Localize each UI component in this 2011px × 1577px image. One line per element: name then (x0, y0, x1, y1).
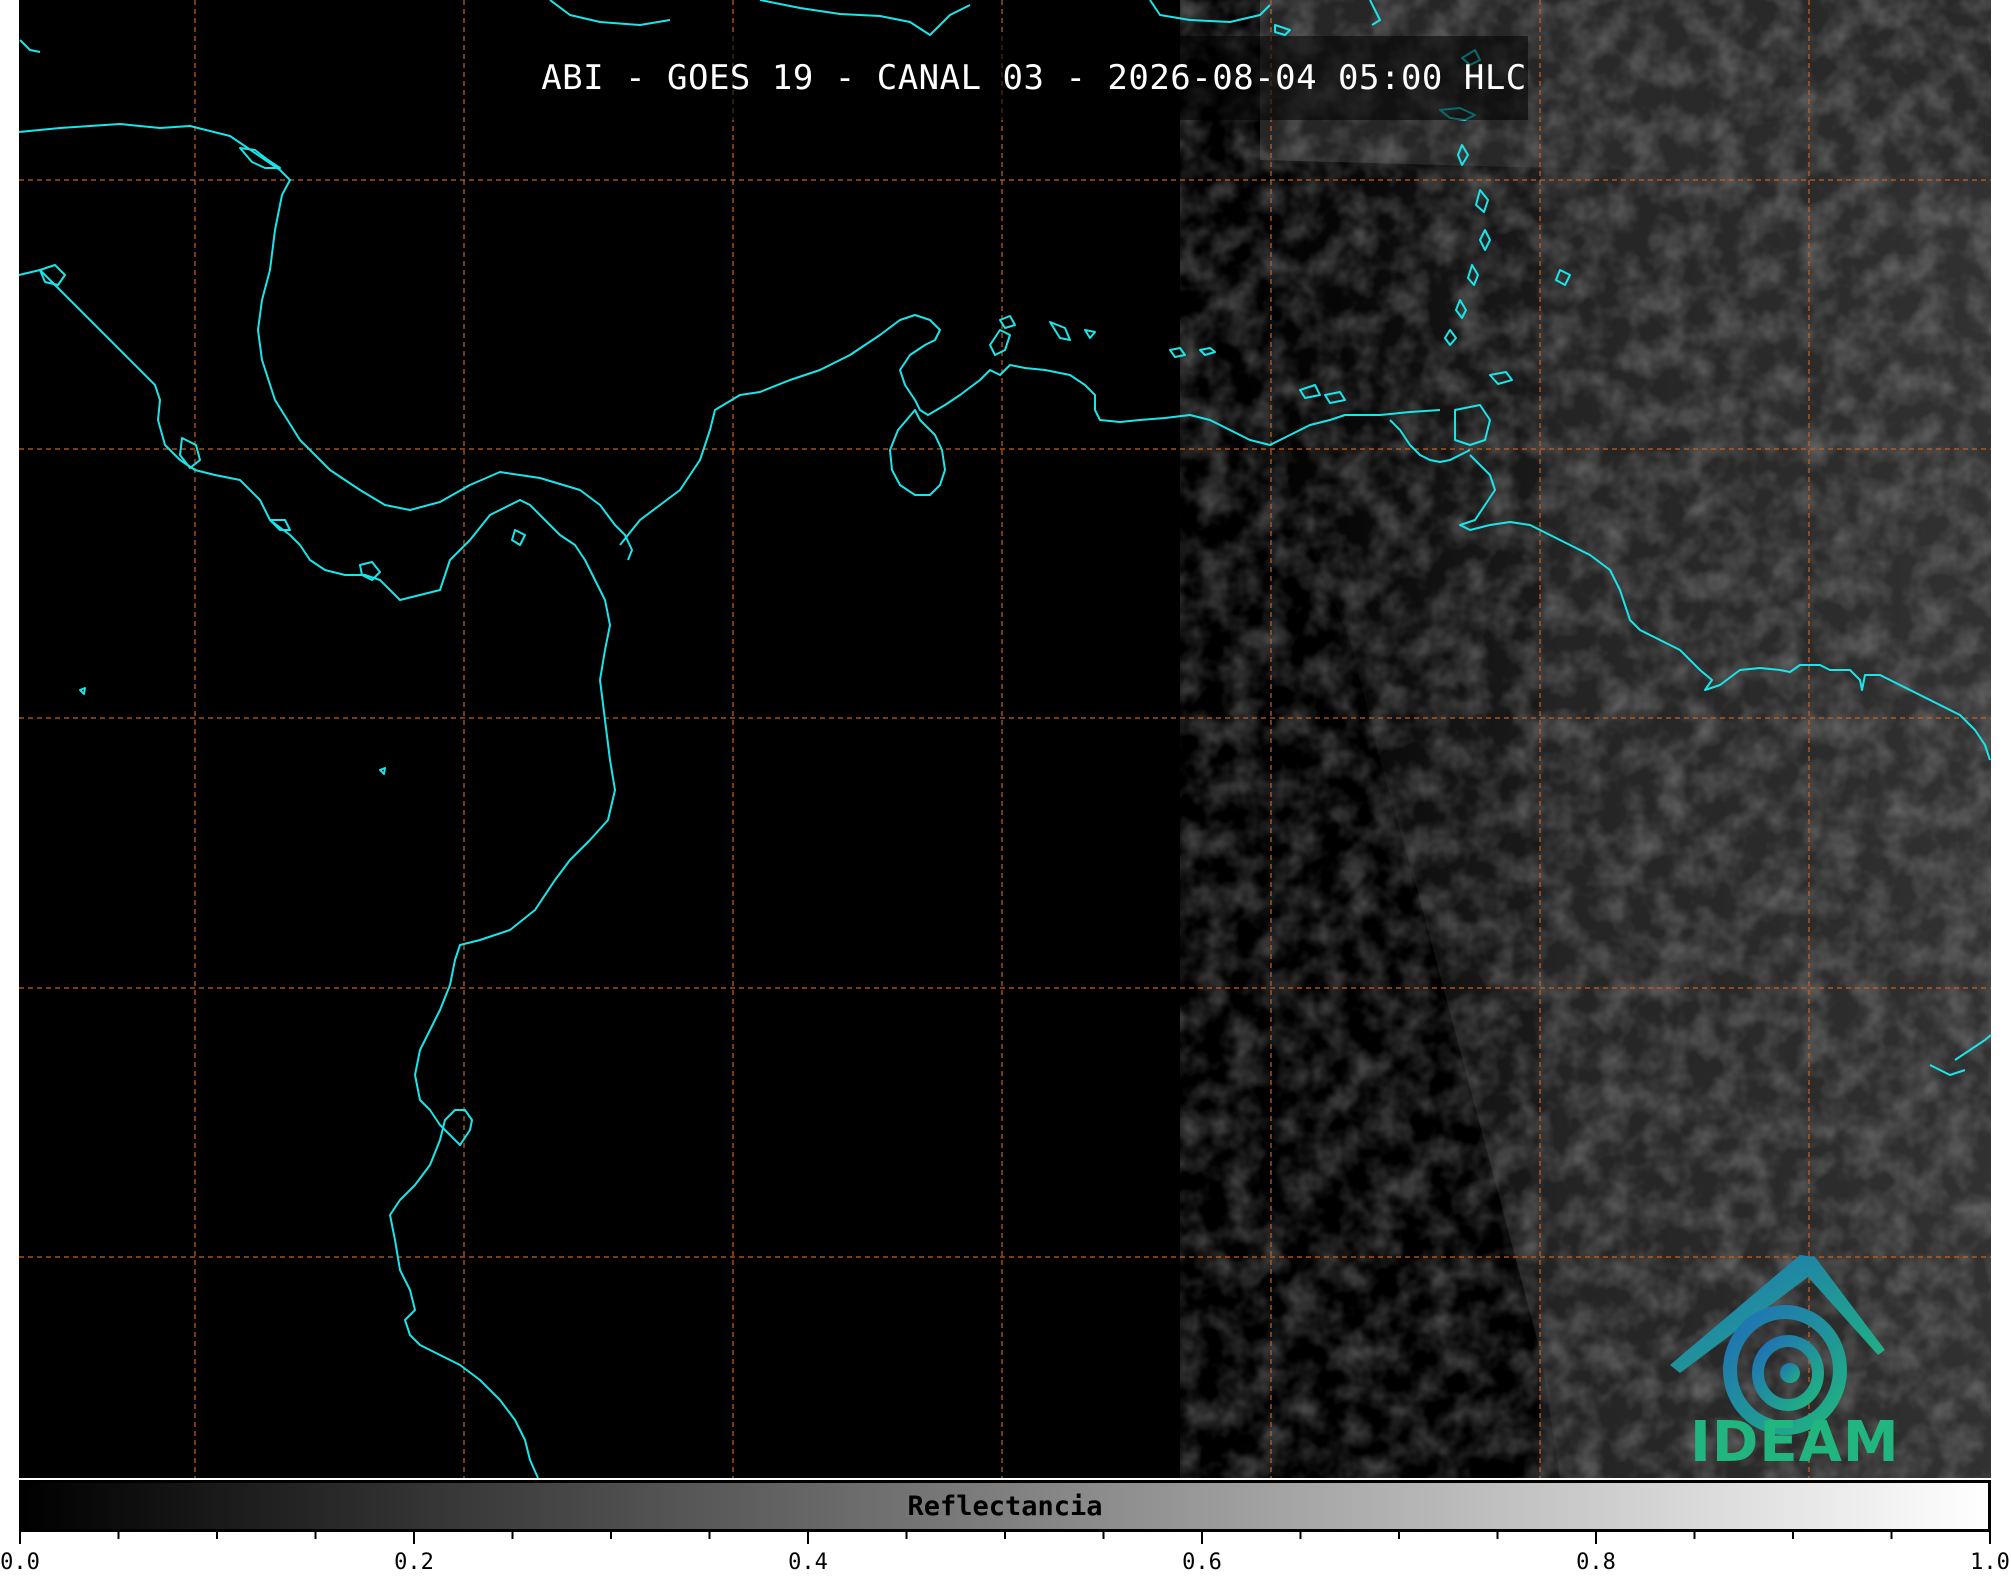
satellite-map-viewer: ABI - GOES 19 - CANAL 03 - 2026-08-04 05… (0, 0, 2011, 1577)
map-canvas (18, 0, 1992, 1544)
colorbar-tick-label: 0.6 (1182, 1550, 1222, 1575)
sunlit-region (1180, 0, 1991, 1478)
colorbar-tick-label: 0.4 (788, 1550, 828, 1575)
map-title: ABI - GOES 19 - CANAL 03 - 2026-08-04 05… (541, 58, 1527, 98)
colorbar-tick-label: 1.0 (1970, 1550, 2010, 1575)
colorbar-label: Reflectancia (907, 1490, 1103, 1522)
colorbar-ticks (19, 1532, 1991, 1544)
ideam-logo-text: IDEAM (1690, 1410, 1900, 1475)
colorbar-tick-label: 0.8 (1576, 1550, 1616, 1575)
colorbar-tick-label: 0.0 (0, 1550, 40, 1575)
colorbar-tick-label: 0.2 (394, 1550, 434, 1575)
colorbar: Reflectancia (19, 1480, 1991, 1532)
title-box: ABI - GOES 19 - CANAL 03 - 2026-08-04 05… (540, 36, 1528, 120)
